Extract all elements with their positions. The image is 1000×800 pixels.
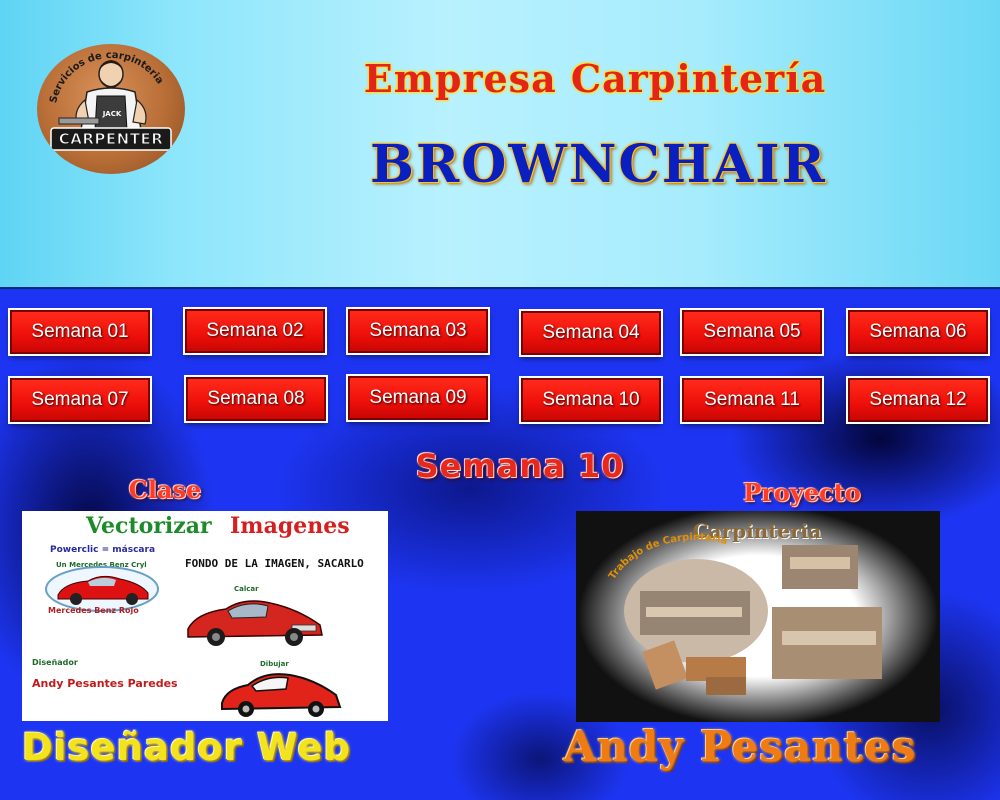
- company-name: BROWNCHAIR: [370, 134, 827, 195]
- week-09-button[interactable]: Semana 09: [346, 374, 490, 422]
- main-content: Semana 01 Semana 02 Semana 03 Semana 04 …: [0, 289, 1000, 800]
- project-image-card[interactable]: Carpinteria Trabajo de Carpinteria: [576, 511, 940, 722]
- carpenter-logo: Servicios de carpinteria JACK CARPENTER: [37, 44, 185, 174]
- red-car-icon: [187, 600, 323, 646]
- class-section-label: Clase: [128, 475, 202, 504]
- week-11-button[interactable]: Semana 11: [680, 376, 824, 424]
- red-car-drawing-icon: [221, 673, 342, 717]
- role-label: Diseñador: [32, 658, 78, 667]
- svg-text:Trabajo de Carpinteria: Trabajo de Carpinteria: [607, 532, 728, 582]
- logo-apron-text: JACK: [102, 110, 122, 118]
- week-01-button[interactable]: Semana 01: [8, 308, 152, 356]
- footer-role: Diseñador Web: [22, 726, 351, 769]
- week-04-button[interactable]: Semana 04: [519, 309, 663, 357]
- note-background: FONDO DE LA IMAGEN, SACARLO: [185, 557, 364, 570]
- week-08-button[interactable]: Semana 08: [184, 375, 328, 423]
- carpenter-illustration-icon: Servicios de carpinteria: [48, 50, 172, 151]
- week-02-button[interactable]: Semana 02: [183, 307, 327, 355]
- footer-author: Andy Pesantes: [563, 722, 917, 771]
- week-06-button[interactable]: Semana 06: [846, 308, 990, 356]
- note-tool: Powerclic = máscara: [50, 545, 156, 555]
- company-subtitle: Empresa Carpintería: [363, 56, 827, 101]
- week-07-button[interactable]: Semana 07: [8, 376, 152, 424]
- class-image-card[interactable]: Vectorizar Imagenes Powerclic = máscara …: [22, 511, 388, 721]
- week-03-button[interactable]: Semana 03: [346, 307, 490, 355]
- designer-name: Andy Pesantes Paredes: [32, 677, 178, 690]
- class-card-title-part2: Imagenes: [230, 513, 350, 539]
- current-week-title: Semana 10: [415, 447, 625, 485]
- logo-text: CARPENTER: [58, 130, 164, 149]
- project-arc-text: Trabajo de Carpinteria: [607, 532, 728, 582]
- class-card-title-part1: Vectorizar: [86, 513, 212, 539]
- week-10-button[interactable]: Semana 10: [519, 376, 663, 424]
- week-12-button[interactable]: Semana 12: [846, 376, 990, 424]
- project-section-label: Proyecto: [743, 478, 861, 507]
- page-header: Servicios de carpinteria JACK CARPENTER …: [0, 0, 1000, 289]
- car-caption: Mercedes Benz Rojo: [48, 606, 139, 615]
- week-05-button[interactable]: Semana 05: [680, 308, 824, 356]
